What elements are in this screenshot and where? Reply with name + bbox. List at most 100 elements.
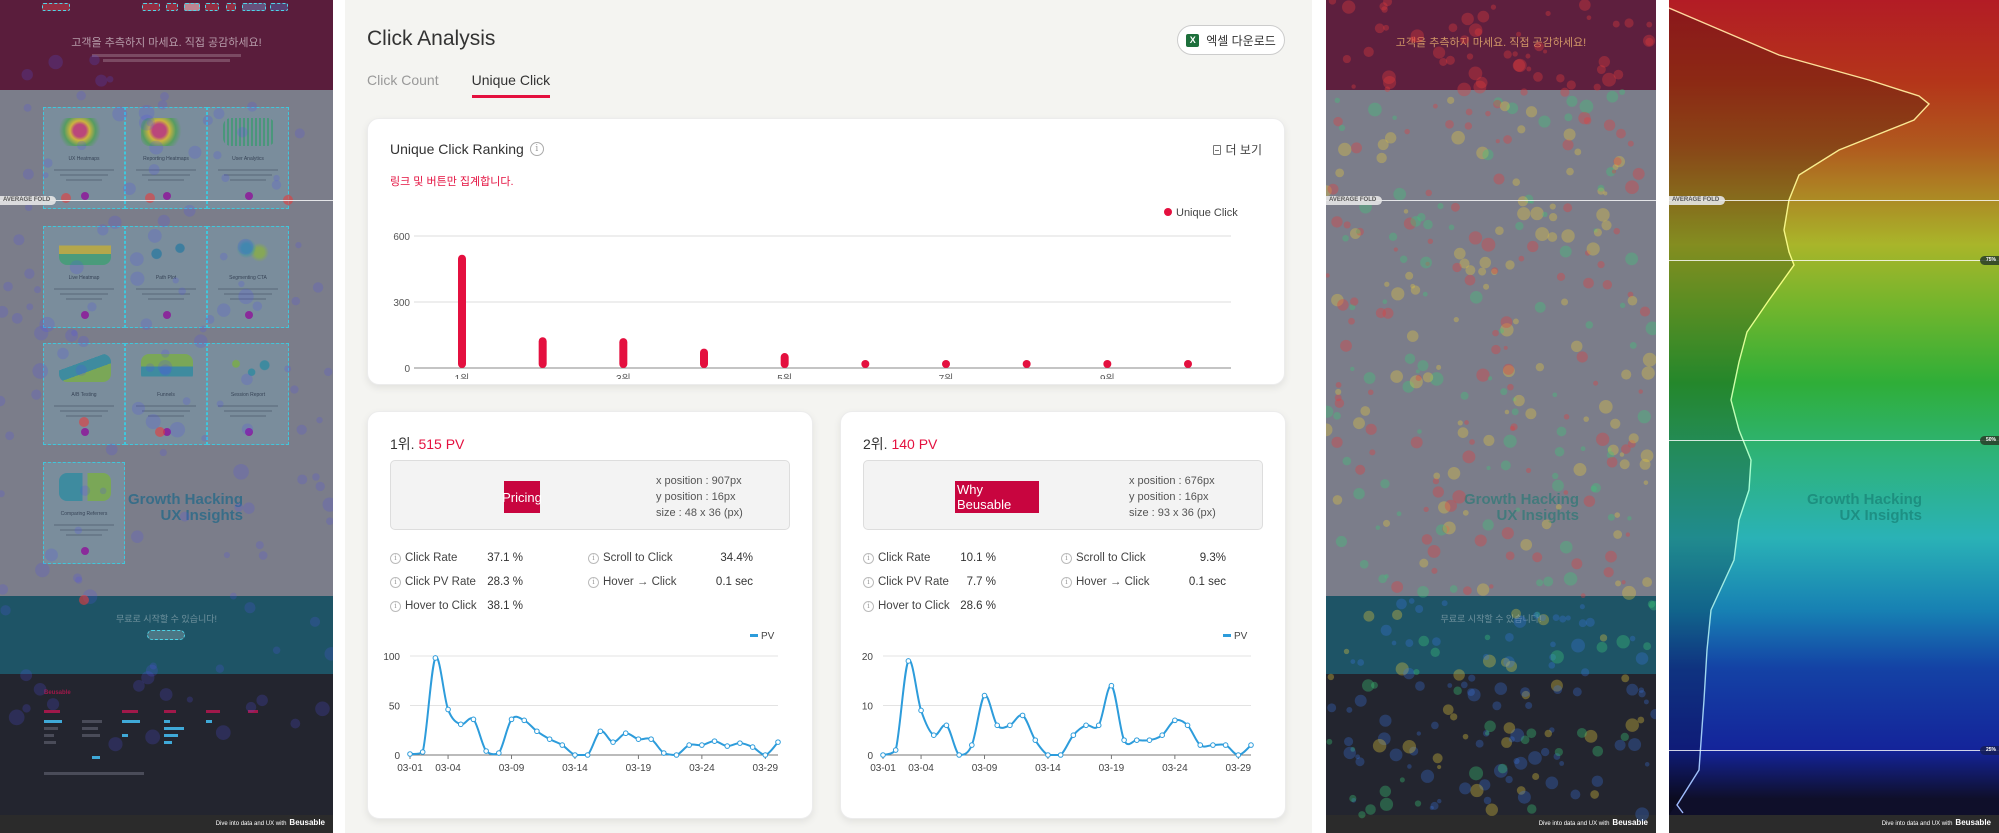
bar[interactable]: [619, 338, 628, 368]
nav-item-hotspot[interactable]: [184, 3, 200, 11]
info-icon[interactable]: i: [1061, 576, 1072, 588]
feature-card[interactable]: User Analytics: [207, 107, 289, 209]
data-point[interactable]: [880, 752, 886, 758]
data-point[interactable]: [597, 728, 604, 735]
info-icon[interactable]: i: [390, 600, 401, 612]
data-point[interactable]: [943, 722, 950, 729]
bar[interactable]: [1022, 360, 1031, 368]
feature-card[interactable]: A/B Testing: [43, 343, 125, 445]
data-point[interactable]: [1032, 737, 1039, 743]
data-point[interactable]: [1210, 742, 1216, 748]
feature-link-dot[interactable]: [81, 428, 89, 436]
data-point[interactable]: [775, 739, 781, 745]
feature-card[interactable]: Segmenting CTA: [207, 226, 289, 328]
data-point[interactable]: [660, 750, 667, 756]
data-point[interactable]: [407, 751, 413, 757]
bar[interactable]: [942, 360, 950, 368]
nav-item-hotspot[interactable]: [226, 3, 236, 11]
info-icon[interactable]: i: [863, 600, 874, 612]
data-point[interactable]: [470, 716, 477, 723]
bar[interactable]: [861, 360, 870, 368]
data-point[interactable]: [1159, 732, 1165, 738]
data-point[interactable]: [1019, 712, 1026, 719]
info-icon[interactable]: i: [529, 142, 544, 156]
data-point[interactable]: [1184, 722, 1191, 729]
element-preview-button[interactable]: Why Beusable: [955, 481, 1039, 513]
bar[interactable]: [780, 353, 789, 368]
feature-link-dot[interactable]: [245, 192, 253, 200]
info-icon[interactable]: i: [588, 576, 599, 588]
tab-unique-click[interactable]: Unique Click: [471, 72, 551, 98]
data-point[interactable]: [572, 752, 578, 758]
data-point[interactable]: [930, 732, 937, 738]
data-point[interactable]: [673, 752, 680, 758]
data-point[interactable]: [686, 742, 692, 748]
data-point[interactable]: [457, 721, 464, 728]
info-icon[interactable]: i: [390, 552, 401, 564]
data-point[interactable]: [1133, 737, 1140, 743]
data-point[interactable]: [1070, 732, 1077, 738]
data-point[interactable]: [762, 752, 769, 758]
data-point[interactable]: [496, 750, 502, 756]
feature-link-dot[interactable]: [245, 311, 253, 319]
feature-card[interactable]: Reporting Heatmaps: [125, 107, 207, 209]
data-point[interactable]: [635, 736, 642, 742]
data-point[interactable]: [622, 730, 629, 737]
data-point[interactable]: [1146, 737, 1153, 743]
feature-link-dot[interactable]: [81, 311, 89, 319]
excel-download-button[interactable]: X 엑셀 다운로드: [1177, 25, 1285, 55]
data-point[interactable]: [1172, 717, 1178, 724]
data-point[interactable]: [905, 658, 912, 664]
data-point[interactable]: [546, 736, 553, 742]
bar[interactable]: [700, 348, 708, 368]
nav-item-hotspot[interactable]: [242, 3, 266, 11]
scroll-heatmap-panel[interactable]: Dive into data and UX with Beusable Growt…: [1669, 0, 1999, 833]
feature-card[interactable]: Funnels: [125, 343, 207, 445]
bar[interactable]: [1103, 360, 1112, 368]
data-point[interactable]: [445, 706, 451, 713]
data-point[interactable]: [981, 692, 988, 699]
data-point[interactable]: [648, 736, 654, 742]
data-point[interactable]: [1222, 742, 1229, 748]
data-point[interactable]: [419, 749, 426, 755]
data-point[interactable]: [969, 742, 975, 748]
data-point[interactable]: [584, 752, 591, 758]
data-point[interactable]: [1235, 752, 1242, 758]
bar[interactable]: [458, 254, 466, 368]
data-point[interactable]: [521, 717, 528, 724]
feature-link-dot[interactable]: [81, 192, 89, 200]
feature-card[interactable]: UX Heatmaps: [43, 107, 125, 209]
data-point[interactable]: [1197, 742, 1204, 748]
nav-item-hotspot[interactable]: [166, 3, 178, 11]
nav-item-hotspot[interactable]: [142, 3, 160, 11]
data-point[interactable]: [711, 738, 718, 744]
tab-click-count[interactable]: Click Count: [367, 72, 439, 98]
click-heatmap-panel[interactable]: 고객을 추측하지 마세요. 직접 공감하세요! 무료로 시작할 수 있습니다! …: [0, 0, 333, 833]
feature-link-dot[interactable]: [81, 547, 89, 555]
data-point[interactable]: [1083, 722, 1089, 729]
nav-item-hotspot[interactable]: [270, 3, 288, 11]
data-point[interactable]: [1248, 742, 1254, 748]
feature-card[interactable]: Comparing Referrers: [43, 462, 125, 564]
feature-card[interactable]: Session Report: [207, 343, 289, 445]
feature-link-dot[interactable]: [163, 192, 171, 200]
legend-label[interactable]: PV: [1234, 631, 1248, 642]
legend-label[interactable]: PV: [761, 631, 775, 642]
data-point[interactable]: [892, 747, 899, 753]
data-point[interactable]: [559, 742, 566, 748]
data-point[interactable]: [432, 655, 439, 661]
legend-label[interactable]: Unique Click: [1176, 207, 1238, 219]
data-point[interactable]: [534, 728, 540, 735]
nav-logo-hotspot[interactable]: [42, 3, 70, 11]
data-point[interactable]: [749, 744, 756, 750]
data-point[interactable]: [1108, 682, 1115, 689]
bar[interactable]: [538, 337, 547, 368]
data-point[interactable]: [737, 740, 743, 746]
feature-card[interactable]: Live Heatmap: [43, 226, 125, 328]
data-point[interactable]: [994, 722, 1001, 729]
nav-item-hotspot[interactable]: [205, 3, 219, 11]
data-point[interactable]: [508, 716, 515, 723]
feature-link-dot[interactable]: [163, 428, 171, 436]
data-point[interactable]: [483, 748, 489, 754]
info-icon[interactable]: i: [588, 552, 599, 564]
